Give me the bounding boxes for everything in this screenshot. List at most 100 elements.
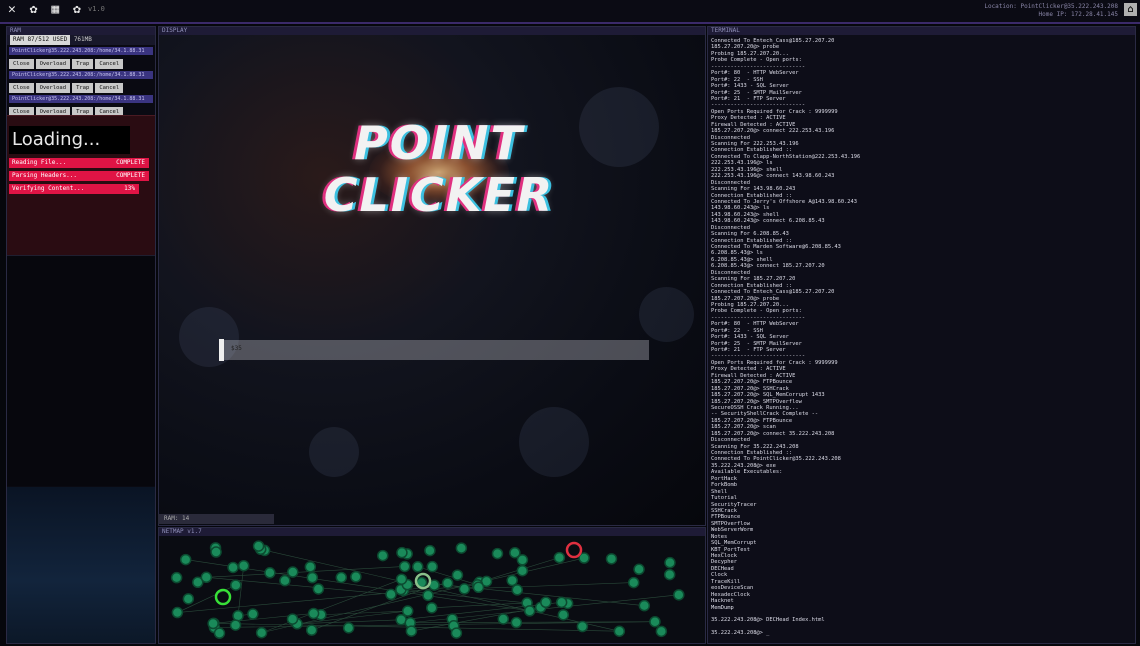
progress-text: $35	[231, 345, 242, 352]
netmap-node[interactable]	[200, 571, 213, 584]
netmap-node[interactable]	[426, 560, 438, 573]
bokeh-light	[309, 427, 359, 477]
netmap-node[interactable]	[455, 542, 468, 554]
home-ip-line: Home IP: 172.28.41.145	[1038, 11, 1118, 18]
netmap-node[interactable]	[237, 559, 250, 572]
netmap-node[interactable]	[179, 553, 192, 566]
netmap-node[interactable]	[412, 561, 424, 573]
netmap-node[interactable]	[232, 610, 244, 622]
netmap-node[interactable]	[516, 564, 529, 577]
netmap-node[interactable]	[350, 571, 362, 583]
netmap-node[interactable]	[516, 554, 529, 566]
netmap-node[interactable]	[398, 560, 411, 573]
terminal-output[interactable]: Connected To Entech_Cass@185.27.207.20 18…	[708, 35, 1135, 637]
netmap-node[interactable]	[422, 589, 434, 602]
netmap-node[interactable]	[605, 553, 618, 565]
netmap-node[interactable]	[673, 589, 685, 601]
netmap-node[interactable]	[170, 571, 183, 584]
netmap-node[interactable]	[426, 602, 438, 614]
netmap-node[interactable]	[279, 574, 291, 587]
netmap-node[interactable]	[557, 609, 570, 621]
netmap-graph[interactable]	[159, 536, 705, 643]
ram-panel-title: RAM	[7, 27, 155, 35]
netmap-node[interactable]	[252, 540, 265, 552]
ram-status-tab: RAM: 14	[158, 514, 274, 524]
netmap-node[interactable]	[377, 549, 389, 562]
netmap-node[interactable]	[627, 576, 640, 589]
netmap-node[interactable]	[506, 574, 518, 587]
gear-icon[interactable]: ✿	[30, 2, 41, 17]
netmap-node[interactable]	[230, 579, 242, 591]
netmap-node[interactable]	[497, 613, 510, 625]
netmap-node[interactable]	[664, 556, 676, 569]
netmap-node[interactable]	[655, 625, 668, 638]
ram-used-label: RAM 87/512 USED	[10, 35, 71, 45]
overload-button[interactable]: Overload	[35, 83, 71, 93]
netmap-node[interactable]	[472, 581, 485, 594]
exe-address: PointClicker@35.222.243.208:/home/34.1.8…	[9, 71, 153, 79]
netmap-node[interactable]	[307, 607, 320, 620]
netmap-node[interactable]	[210, 546, 222, 558]
terminal-panel: TERMINAL Connected To Entech_Cass@185.27…	[707, 26, 1136, 644]
netmap-node[interactable]	[247, 608, 259, 620]
cancel-button[interactable]: Cancel	[95, 59, 124, 69]
netmap-node[interactable]	[395, 573, 408, 585]
netmap-node[interactable]	[576, 620, 589, 633]
netmap-node[interactable]	[286, 613, 299, 625]
netmap-node[interactable]	[306, 571, 319, 584]
exe-buttons: Close Overload Trap Cancel	[9, 83, 153, 93]
netmap-node[interactable]	[227, 561, 239, 574]
netmap-node[interactable]	[450, 627, 463, 639]
netmap-node[interactable]	[342, 622, 355, 634]
netmap-node[interactable]	[287, 566, 299, 578]
netmap-node[interactable]	[451, 569, 464, 581]
netmap-node[interactable]	[304, 561, 317, 573]
netmap-node[interactable]	[264, 567, 276, 579]
netmap-node[interactable]	[207, 617, 219, 630]
netmap-node[interactable]	[405, 625, 418, 637]
netmap-node[interactable]	[511, 584, 523, 596]
netmap-node[interactable]	[649, 615, 661, 628]
loading-row-label: Parsing Headers...	[12, 172, 78, 179]
notes-icon[interactable]: ▦	[51, 2, 62, 17]
netmap-node[interactable]	[458, 583, 471, 595]
netmap-node[interactable]	[401, 605, 414, 617]
netmap-node[interactable]	[441, 577, 454, 589]
ram-size-label: 761MB	[73, 36, 92, 43]
settings-icon[interactable]: ✿	[73, 2, 84, 17]
netmap-node[interactable]	[540, 596, 552, 608]
netmap-node[interactable]	[633, 563, 645, 576]
netmap-alert-node[interactable]	[565, 541, 583, 559]
netmap-node[interactable]	[182, 593, 195, 605]
close-icon[interactable]: ✕	[8, 2, 19, 17]
loading-module: Loading... Reading File... COMPLETE Pars…	[7, 115, 155, 256]
netmap-node[interactable]	[213, 627, 226, 639]
netmap-node[interactable]	[335, 571, 348, 584]
top-icon-group: ✕ ✿ ▦ ✿	[8, 2, 84, 17]
loading-row: Parsing Headers... COMPLETE	[9, 171, 149, 181]
close-button[interactable]: Close	[9, 83, 34, 93]
netmap-node[interactable]	[385, 588, 397, 601]
netmap-home-node[interactable]	[214, 588, 232, 606]
netmap-node[interactable]	[613, 625, 626, 637]
close-button[interactable]: Close	[9, 59, 34, 69]
netmap-node[interactable]	[312, 583, 325, 595]
overload-button[interactable]: Overload	[35, 59, 71, 69]
netmap-node[interactable]	[523, 605, 536, 617]
netmap-node[interactable]	[491, 547, 504, 560]
netmap-node[interactable]	[424, 544, 436, 557]
netmap-node[interactable]	[663, 568, 676, 581]
netmap-node[interactable]	[396, 546, 408, 559]
netmap-node[interactable]	[229, 619, 242, 631]
netmap-node[interactable]	[305, 624, 318, 636]
trap-button[interactable]: Trap	[72, 59, 94, 69]
netmap-node[interactable]	[255, 626, 268, 639]
trap-button[interactable]: Trap	[72, 83, 94, 93]
netmap-node[interactable]	[553, 551, 566, 564]
netmap-node[interactable]	[555, 596, 568, 609]
netmap-node[interactable]	[171, 606, 184, 619]
cancel-button[interactable]: Cancel	[95, 83, 124, 93]
netmap-node[interactable]	[638, 599, 651, 612]
netmap-node[interactable]	[510, 616, 523, 629]
exit-button[interactable]: ⌂	[1124, 3, 1137, 16]
